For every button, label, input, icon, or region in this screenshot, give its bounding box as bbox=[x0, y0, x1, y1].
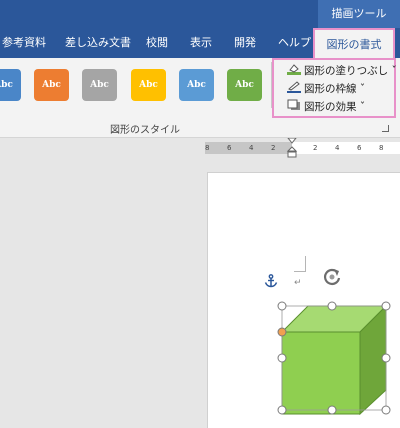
horizontal-ruler[interactable]: 8 6 4 2 2 4 6 8 bbox=[205, 142, 400, 154]
pen-outline-icon bbox=[287, 81, 301, 93]
tab-review[interactable]: 校閲 bbox=[146, 28, 168, 58]
fill-bucket-icon bbox=[287, 64, 301, 75]
shape-style-lightblue[interactable]: Abc bbox=[179, 69, 214, 101]
shape-style-label: Abc bbox=[235, 80, 254, 90]
shape-style-gray[interactable]: Abc bbox=[82, 69, 117, 101]
ruler-number: 8 bbox=[205, 144, 210, 152]
tab-view[interactable]: 表示 bbox=[190, 28, 212, 58]
ruler-text-area bbox=[292, 142, 400, 154]
dialog-launcher-icon[interactable] bbox=[382, 125, 389, 132]
title-bar: 描画ツール bbox=[0, 0, 400, 28]
tab-references[interactable]: 参考資料 bbox=[2, 28, 46, 58]
shape-style-label: Abc bbox=[90, 80, 109, 90]
ruler-number: 4 bbox=[335, 144, 340, 152]
shape-style-label: Abc bbox=[139, 80, 158, 90]
shape-style-label: Abc bbox=[42, 80, 61, 90]
rotate-handle-icon[interactable] bbox=[321, 266, 343, 288]
shape-style-label: Abc bbox=[0, 80, 13, 90]
tab-mailings[interactable]: 差し込み文書 bbox=[65, 28, 131, 58]
indent-marker-icon[interactable] bbox=[286, 138, 298, 158]
shape-effects-button[interactable]: 図形の効果 ˇ bbox=[304, 99, 365, 115]
ruler-number: 6 bbox=[357, 144, 362, 152]
cube-shape[interactable] bbox=[272, 296, 396, 428]
tab-developer[interactable]: 開発 bbox=[234, 28, 256, 58]
shape-style-blue[interactable]: Abc bbox=[0, 69, 21, 101]
tab-shape-format[interactable]: 図形の書式 bbox=[313, 28, 395, 58]
ruler-number: 6 bbox=[227, 144, 232, 152]
shape-style-label: Abc bbox=[187, 80, 206, 90]
anchor-icon[interactable] bbox=[264, 274, 278, 288]
margin-corner-mark bbox=[294, 256, 306, 272]
tab-help[interactable]: ヘルプ bbox=[278, 28, 311, 58]
shape-style-orange[interactable]: Abc bbox=[34, 69, 69, 101]
shape-fill-button[interactable]: 図形の塗りつぶし ˇ bbox=[304, 63, 397, 79]
ruler-number: 2 bbox=[271, 144, 276, 152]
paragraph-mark: ↵ bbox=[294, 278, 302, 288]
shape-outline-button[interactable]: 図形の枠線 ˇ bbox=[304, 81, 365, 97]
shape-style-green[interactable]: Abc bbox=[227, 69, 262, 101]
ruler-number: 8 bbox=[379, 144, 384, 152]
ruler-number: 2 bbox=[313, 144, 318, 152]
shape-style-gold[interactable]: Abc bbox=[131, 69, 166, 101]
shape-styles-group-label: 図形のスタイル bbox=[110, 125, 180, 136]
ruler-number: 4 bbox=[249, 144, 254, 152]
word-window: 描画ツール 参考資料 差し込み文書 校閲 表示 開発 ヘルプ 図形の書式 Abc… bbox=[0, 0, 400, 428]
drawing-tools-context-label: 描画ツール bbox=[318, 0, 400, 28]
shape-effects-icon bbox=[287, 99, 300, 110]
